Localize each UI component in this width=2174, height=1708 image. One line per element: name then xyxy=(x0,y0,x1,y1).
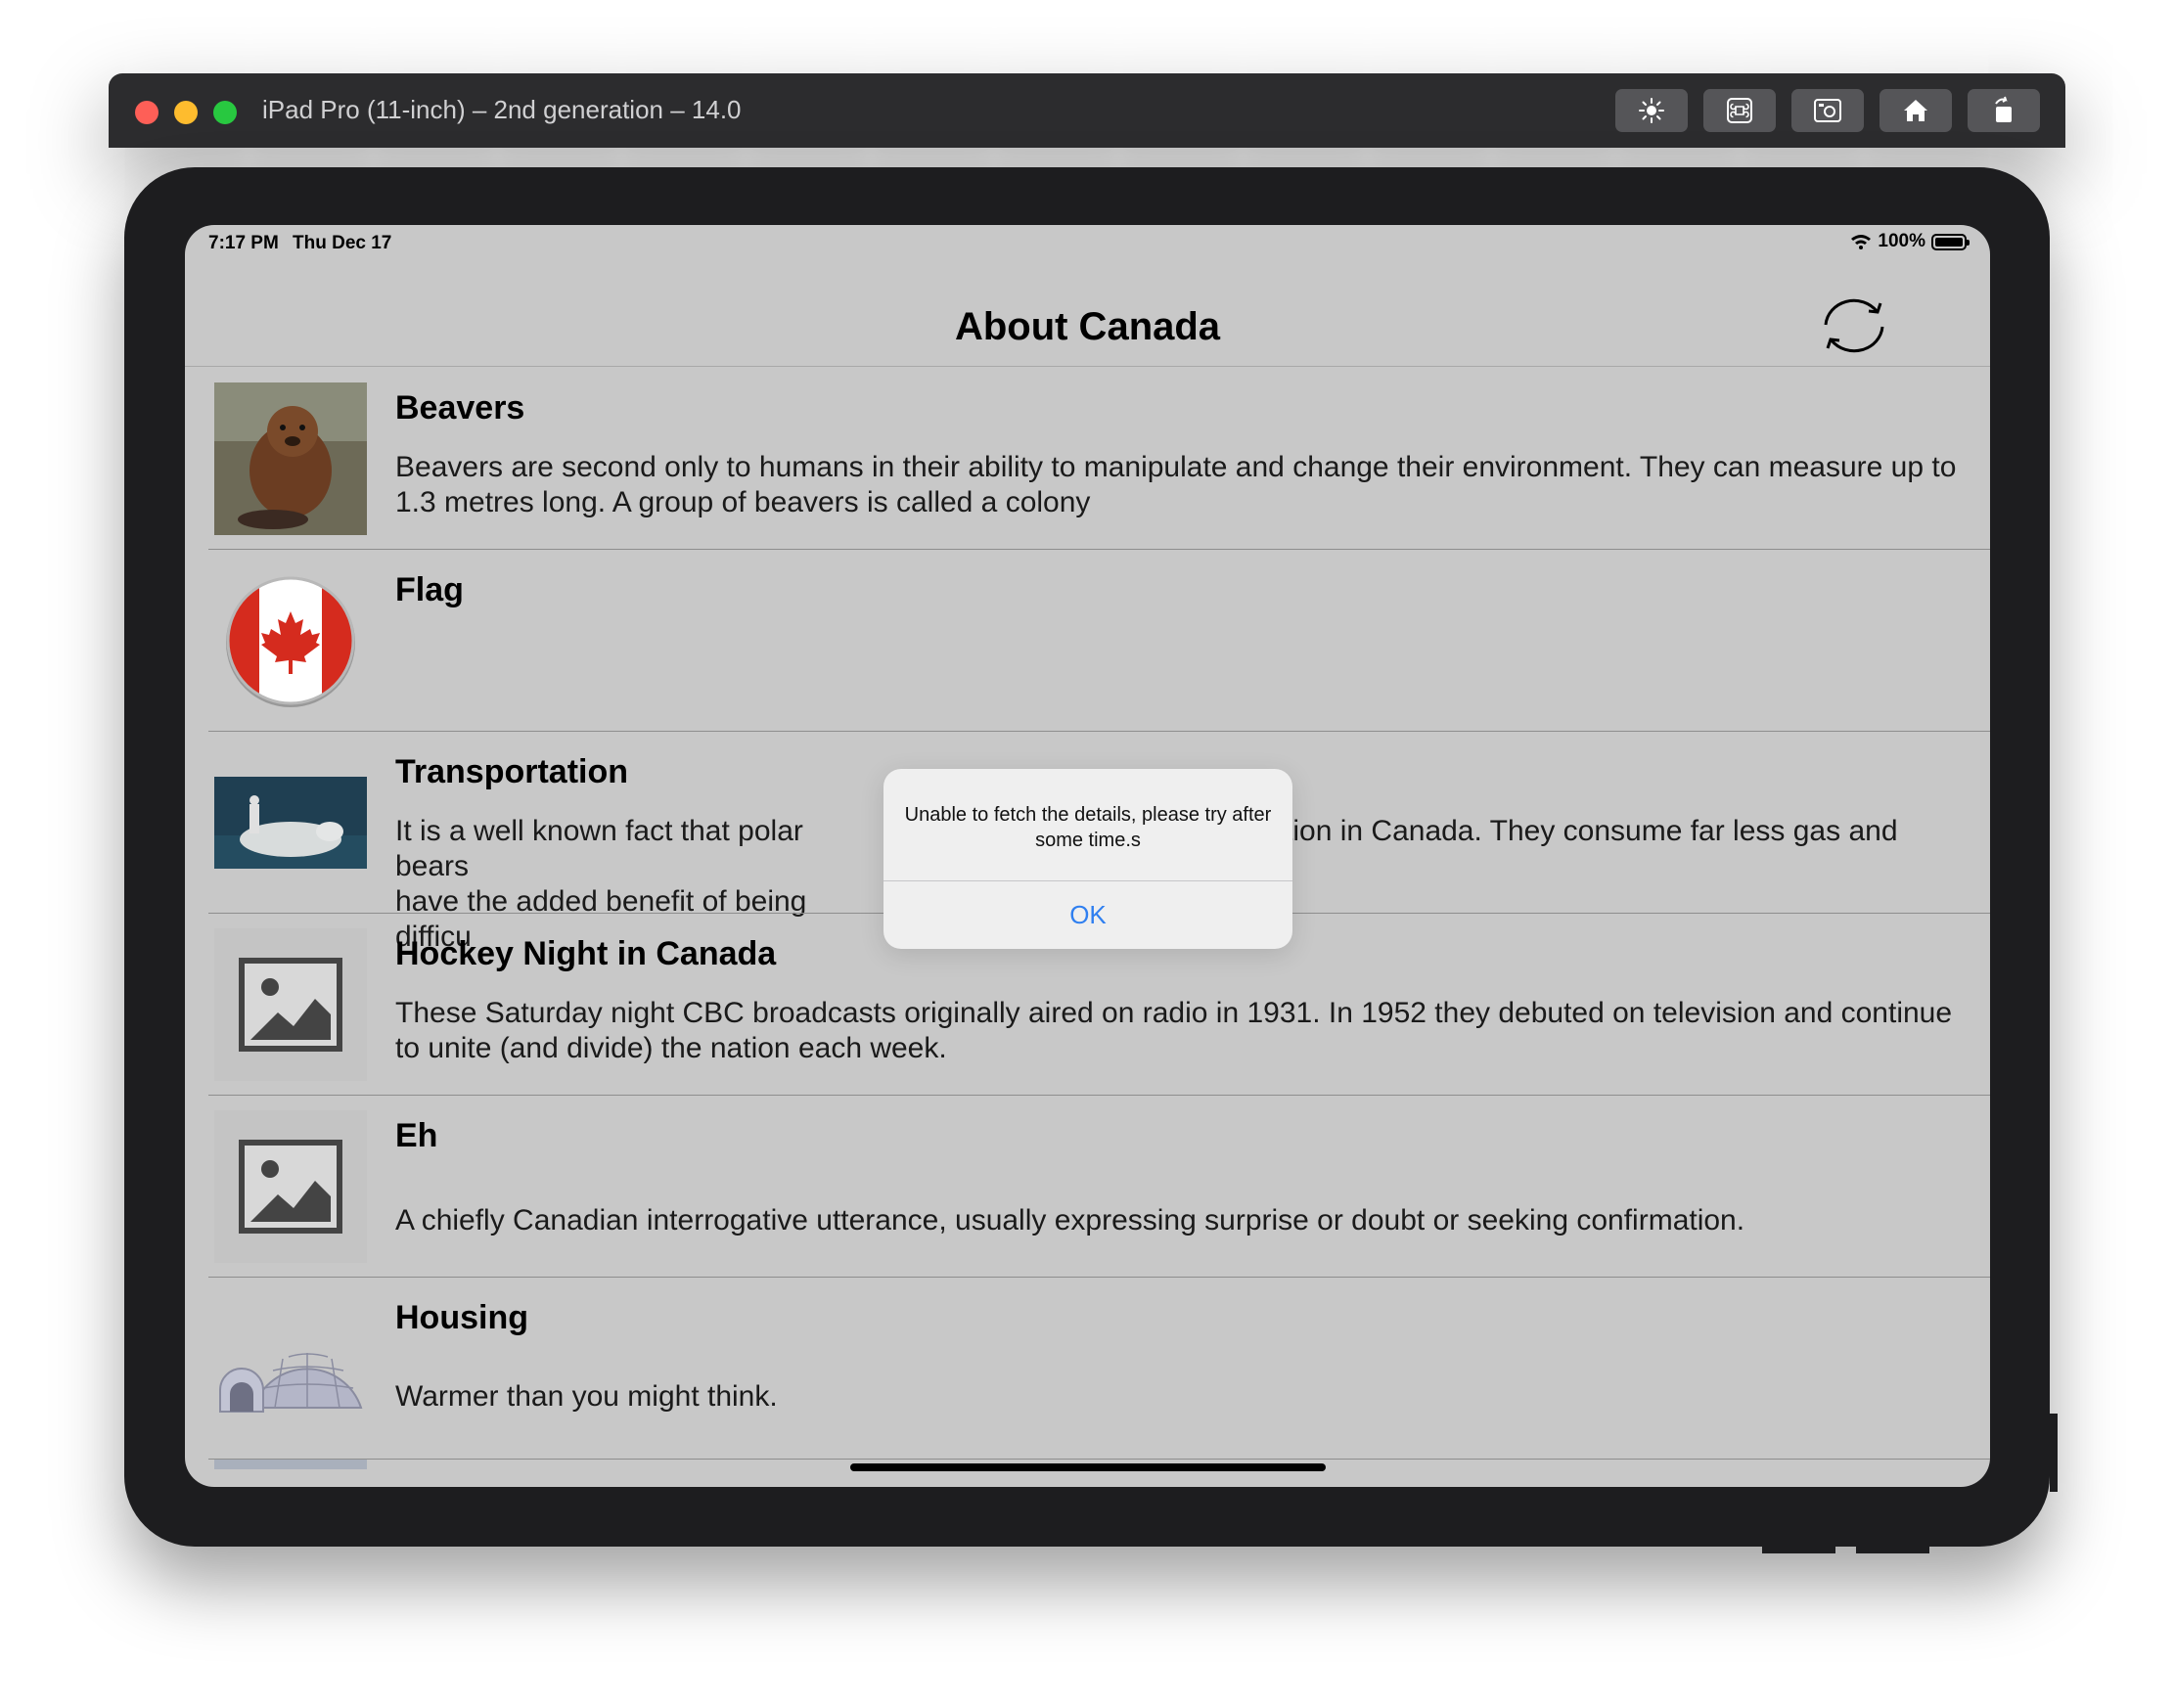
home-button[interactable] xyxy=(1880,89,1952,132)
home-icon xyxy=(1904,100,1927,121)
flag-thumbnail xyxy=(214,564,367,717)
polar-bear-thumbnail xyxy=(214,746,367,899)
rotate-button[interactable] xyxy=(1968,89,2040,132)
status-bar: 7:17 PM Thu Dec 17 100% xyxy=(185,225,1990,264)
row-description: A chiefly Canadian interrogative utteran… xyxy=(395,1204,1745,1236)
row-title: Eh xyxy=(395,1117,438,1154)
page-title: About Canada xyxy=(954,305,1221,348)
row-title: Transportation xyxy=(395,753,629,790)
brightness-icon xyxy=(1639,98,1664,123)
alert-ok-button[interactable]: OK xyxy=(883,880,1292,949)
status-time: 7:17 PM xyxy=(208,233,279,253)
command-button[interactable] xyxy=(1703,89,1776,132)
row-description-part: It is a well known fact that polar bears xyxy=(395,815,803,882)
simulator-title: iPad Pro (11-inch) – 2nd generation – 14… xyxy=(262,95,742,124)
screenshot-icon xyxy=(1814,99,1841,122)
volume-down-button xyxy=(1856,1546,1929,1553)
home-indicator[interactable] xyxy=(850,1463,1326,1471)
close-window-button[interactable] xyxy=(135,101,159,124)
screenshot-button[interactable] xyxy=(1791,89,1864,132)
next-row-thumbnail xyxy=(214,1460,367,1469)
alert-message: Unable to fetch the details, please try … xyxy=(904,804,1272,851)
row-title: Hockey Night in Canada xyxy=(395,935,777,972)
refresh-icon[interactable] xyxy=(1816,293,1892,358)
list-item[interactable]: Housing Warmer than you might think. xyxy=(185,1278,1990,1460)
list-item[interactable]: Beavers Beavers are second only to human… xyxy=(185,368,1990,550)
row-title: Housing xyxy=(395,1299,528,1336)
brightness-button[interactable] xyxy=(1615,89,1688,132)
igloo-thumbnail xyxy=(214,1292,367,1445)
row-description: Warmer than you might think. xyxy=(395,1380,778,1413)
rotate-icon xyxy=(1995,96,2012,122)
ipad-screen: 7:17 PM Thu Dec 17 100% About Canada Bea… xyxy=(185,225,1990,1487)
placeholder-image-icon xyxy=(214,1110,367,1263)
row-description-right: tation in Canada. They consume far less … xyxy=(1260,815,1898,847)
beaver-thumbnail xyxy=(214,382,367,535)
navigation-bar: About Canada xyxy=(185,264,1990,367)
volume-up-button xyxy=(1762,1546,1835,1553)
row-description: Beavers are second only to humans in the… xyxy=(395,451,1957,518)
command-icon xyxy=(1727,98,1752,123)
wifi-icon xyxy=(1851,235,1872,249)
maximize-window-button[interactable] xyxy=(213,101,237,124)
battery-icon xyxy=(1931,233,1970,250)
side-button xyxy=(2050,1414,2058,1492)
list-item[interactable]: Eh A chiefly Canadian interrogative utte… xyxy=(185,1096,1990,1278)
row-title: Beavers xyxy=(395,389,525,427)
error-alert: Unable to fetch the details, please try … xyxy=(883,769,1292,949)
simulator-titlebar: iPad Pro (11-inch) – 2nd generation – 14… xyxy=(109,73,2065,148)
minimize-window-button[interactable] xyxy=(174,101,198,124)
row-title: Flag xyxy=(395,571,464,608)
battery-percentage: 100% xyxy=(1878,231,1925,251)
list-item[interactable]: Flag xyxy=(185,550,1990,732)
status-date: Thu Dec 17 xyxy=(293,233,392,253)
row-description: These Saturday night CBC broadcasts orig… xyxy=(395,997,1953,1064)
placeholder-image-icon xyxy=(214,928,367,1081)
